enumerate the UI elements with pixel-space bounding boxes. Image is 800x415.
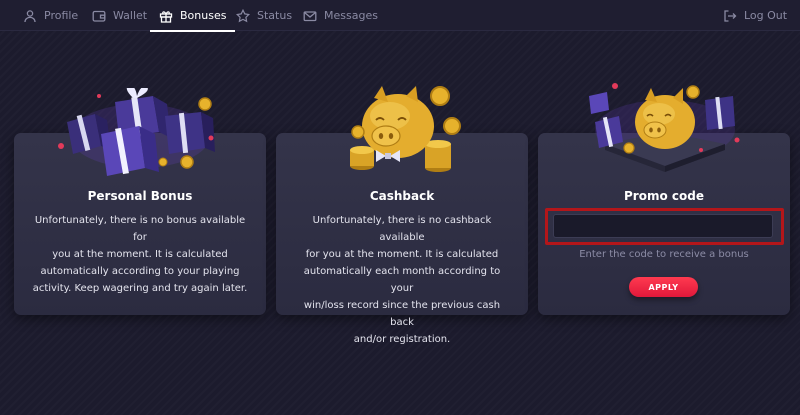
- apply-button[interactable]: APPLY: [629, 277, 698, 297]
- description-line: Unfortunately, there is no bonus availab…: [34, 215, 246, 243]
- logout-label: Log Out: [744, 9, 788, 22]
- tab-profile[interactable]: Profile: [23, 0, 78, 31]
- top-navigation: Profile Wallet Bonuses Status Messages L…: [0, 0, 800, 32]
- description-line: Unfortunately, there is no cashback avai…: [312, 215, 492, 243]
- tab-bonuses[interactable]: Bonuses: [149, 0, 236, 32]
- tab-wallet[interactable]: Wallet: [92, 0, 147, 31]
- logout-icon: [724, 9, 737, 22]
- promo-code-input[interactable]: [553, 214, 773, 238]
- gift-boxes-illustration: [58, 88, 215, 176]
- description-line: activity. Keep wagering and try again la…: [32, 283, 248, 294]
- tab-bonuses-label: Bonuses: [180, 9, 227, 22]
- wallet-icon: [92, 10, 106, 22]
- promo-code-title: Promo code: [624, 189, 704, 203]
- description-line: you at the moment. It is calculated: [52, 249, 228, 260]
- tab-messages[interactable]: Messages: [303, 0, 378, 31]
- description-line: automatically each month according to yo…: [303, 266, 501, 294]
- logout-button[interactable]: Log Out: [723, 0, 787, 31]
- description-line: and/or registration.: [353, 334, 451, 345]
- star-icon: [236, 8, 250, 22]
- cashback-title: Cashback: [369, 189, 435, 203]
- personal-bonus-description: Unfortunately, there is no bonus availab…: [30, 212, 250, 297]
- personal-bonus-title: Personal Bonus: [87, 189, 193, 203]
- description-line: for you at the moment. It is calculated: [305, 249, 499, 260]
- cashback-description: Unfortunately, there is no cashback avai…: [292, 212, 512, 348]
- tab-status-label: Status: [257, 9, 293, 22]
- promo-code-hint: Enter the code to receive a bonus: [579, 249, 749, 260]
- tab-status[interactable]: Status: [236, 0, 292, 31]
- user-icon: [24, 9, 36, 22]
- tab-profile-label: Profile: [44, 9, 79, 22]
- tab-messages-label: Messages: [324, 9, 378, 22]
- piggy-bank-gifts-illustration: [589, 83, 740, 172]
- description-line: automatically according to your playing: [40, 266, 240, 277]
- gift-icon: [159, 10, 173, 23]
- description-line: win/loss record since the previous cash …: [303, 300, 501, 328]
- piggy-bank-coins-illustration: [350, 86, 461, 172]
- tab-wallet-label: Wallet: [113, 9, 148, 22]
- envelope-icon: [303, 10, 317, 21]
